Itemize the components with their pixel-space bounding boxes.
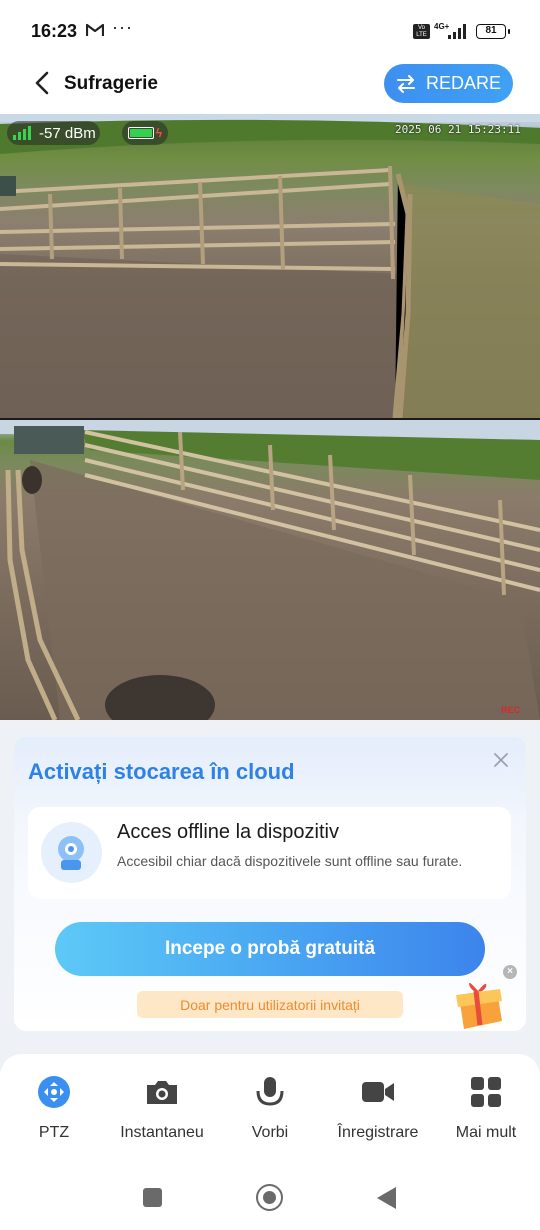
fence-scene-bottom xyxy=(0,420,540,720)
toolbar-talk[interactable]: Vorbi xyxy=(216,1074,324,1142)
toolbar-record[interactable]: Înregistrare xyxy=(324,1074,432,1142)
camera-device-icon xyxy=(41,822,102,883)
grid-more-icon xyxy=(471,1077,501,1107)
back-arrow-icon[interactable] xyxy=(30,70,56,96)
gift-close-icon[interactable]: × xyxy=(503,965,517,979)
bottom-toolbar: PTZ Instantaneu Vorbi Înregistrare Mai m… xyxy=(0,1054,540,1170)
status-time: 16:23 xyxy=(31,21,78,41)
battery-icon xyxy=(127,127,154,139)
redare-button[interactable]: REDARE xyxy=(384,64,513,103)
camera-feed-bottom[interactable] xyxy=(0,420,540,720)
redare-label: REDARE xyxy=(425,73,501,93)
toolbar-label: Instantaneu xyxy=(120,1124,204,1141)
feature-offline-access: Acces offline la dispozitiv Accesibil ch… xyxy=(28,807,511,899)
toolbar-snapshot[interactable]: Instantaneu xyxy=(108,1074,216,1142)
gmail-icon xyxy=(86,23,104,36)
wifi-signal-icon xyxy=(13,126,31,140)
volte-icon: Vo LTE xyxy=(413,24,430,39)
app-header: Sufragerie REDARE xyxy=(0,62,540,114)
signal-strength-badge: -57 dBm xyxy=(7,121,100,145)
system-navigation-bar xyxy=(0,1170,540,1230)
camera-feed-top[interactable] xyxy=(0,114,540,418)
free-trial-button[interactable]: Incepe o probă gratuită xyxy=(55,922,485,976)
home-icon[interactable] xyxy=(256,1184,283,1211)
close-icon[interactable] xyxy=(492,751,510,769)
camera-battery-badge: ϟ xyxy=(122,121,168,145)
toolbar-label: Vorbi xyxy=(251,1124,289,1141)
nav-back-icon[interactable] xyxy=(377,1187,396,1209)
swap-arrows-icon xyxy=(396,74,415,93)
battery-indicator: 81 xyxy=(476,24,510,39)
feature-description: Accesibil chiar dacă dispozitivele sunt … xyxy=(117,853,463,869)
toolbar-ptz[interactable]: PTZ xyxy=(0,1074,108,1142)
toolbar-label: Înregistrare xyxy=(337,1124,419,1141)
feature-title: Acces offline la dispozitiv xyxy=(117,821,339,843)
fence-scene-top xyxy=(0,114,540,418)
invite-only-tag: Doar pentru utilizatorii invitați xyxy=(137,991,403,1018)
signal-icon xyxy=(448,24,466,39)
page-title: Sufragerie xyxy=(64,73,158,94)
toolbar-label: PTZ xyxy=(38,1124,70,1141)
video-timestamp: 2025 06 21 15:23:11 xyxy=(395,123,521,136)
camera-icon xyxy=(147,1081,177,1104)
cloud-storage-card: Activați stocarea în cloud Acces offline… xyxy=(14,737,526,1031)
toolbar-label: Mai mult xyxy=(455,1124,517,1141)
video-record-icon xyxy=(362,1082,394,1102)
toolbar-more[interactable]: Mai mult xyxy=(432,1074,540,1142)
microphone-icon xyxy=(256,1077,284,1106)
charging-icon: ϟ xyxy=(155,126,163,140)
recording-watermark: REC xyxy=(501,705,521,715)
status-bar: 16:23 ··· Vo LTE 4G+ 81 xyxy=(0,0,540,62)
recent-apps-icon[interactable] xyxy=(143,1188,162,1207)
signal-label: -57 dBm xyxy=(39,124,96,142)
more-dots-icon: ··· xyxy=(112,17,133,37)
gift-icon[interactable] xyxy=(446,973,512,1031)
cloud-title: Activați stocarea în cloud xyxy=(28,759,295,784)
ptz-icon xyxy=(38,1076,70,1108)
